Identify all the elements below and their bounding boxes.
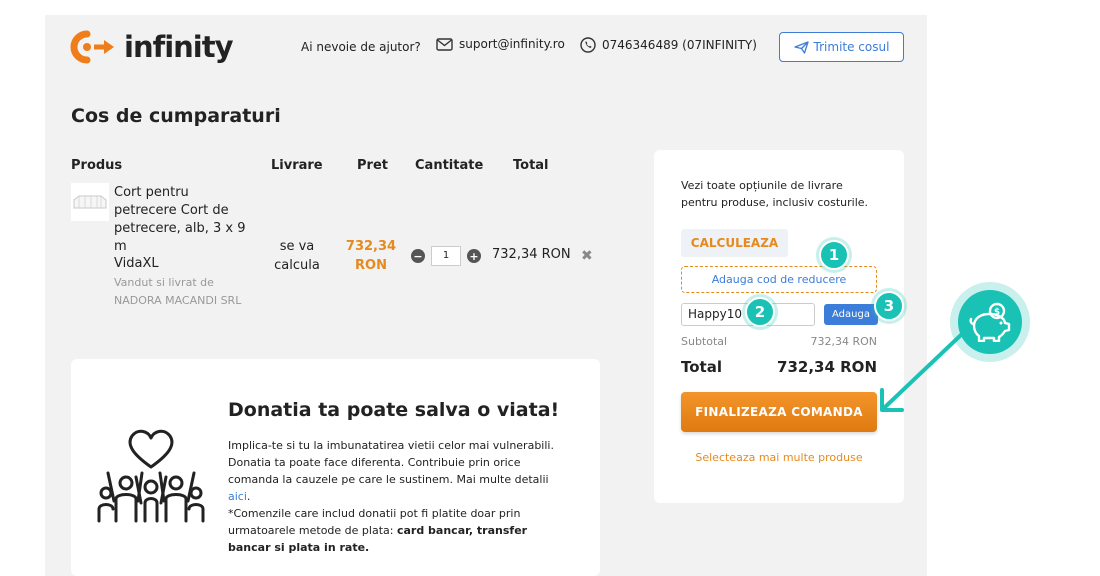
column-header-total: Total [513,158,549,173]
column-header-product: Produs [71,158,123,173]
step-badge-3: 3 [874,291,904,321]
column-header-delivery: Livrare [271,158,323,173]
step-badge-2: 2 [745,297,775,327]
envelope-icon [436,37,453,51]
donation-text-1: Implica-te si tu la imbunatatirea vietii… [228,439,554,486]
tent-icon [73,195,107,209]
donation-text: Implica-te si tu la imbunatatirea vietii… [228,437,573,556]
column-header-price: Pret [357,158,388,173]
decrease-quantity-button[interactable]: − [411,249,425,263]
help-text: Ai nevoie de ajutor? [301,40,421,54]
heart-hands-icon [97,429,205,523]
infinity-logo-icon [70,30,114,64]
subtotal-label: Subtotal [681,335,728,348]
support-phone[interactable]: 0746346489 (07INFINITY) [580,37,757,53]
finalize-order-button[interactable]: FINALIZEAZA COMANDA [681,392,877,432]
remove-item-icon[interactable]: ✖ [581,248,593,264]
apply-coupon-button[interactable]: Adauga [824,304,878,325]
donation-title: Donatia ta poate salva o viata! [228,399,560,421]
order-summary: Vezi toate opțiunile de livrare pentru p… [654,150,904,503]
quantity-input[interactable]: 1 [431,246,461,266]
total-label: Total [681,358,722,376]
delivery-info: Vezi toate opțiunile de livrare pentru p… [681,179,869,209]
product-name[interactable]: Cort pentru petrecere Cort de petrecere,… [114,184,254,256]
annotation-arrow-icon [880,332,964,412]
donation-details-link[interactable]: aici [228,490,247,503]
line-total: 732,34 RON [492,247,571,262]
email-text: suport@infinity.ro [459,37,565,51]
select-more-products-link[interactable]: Selecteaza mai multe produse [681,451,877,464]
subtotal-value: 732,34 RON [810,335,877,348]
donation-card: Donatia ta poate salva o viata! Implica-… [71,359,600,576]
logo[interactable]: infinity [70,29,233,65]
svg-text:$: $ [994,308,1000,318]
step-badge-1: 1 [819,240,849,270]
quantity-stepper: − 1 + [411,246,481,266]
add-coupon-link[interactable]: Adauga cod de reducere [681,266,877,293]
calculate-button[interactable]: CALCULEAZA [681,229,788,257]
cart-page: infinity Ai nevoie de ajutor? suport@inf… [45,15,927,576]
phone-icon [580,37,596,53]
increase-quantity-button[interactable]: + [467,249,481,263]
product-seller: Vandut si livrat de NADORA MACANDI SRL [114,276,242,307]
page-title: Cos de cumparaturi [71,105,281,127]
product-thumbnail[interactable] [71,183,109,221]
phone-text: 0746346489 (07INFINITY) [602,38,757,52]
logo-text: infinity [124,30,233,64]
product-brand: VidaXL [114,256,159,271]
delivery-cost: se va calcula [274,239,320,273]
column-header-quantity: Cantitate [415,158,484,173]
paper-plane-icon [793,40,809,54]
send-cart-label: Trimite cosul [813,40,890,54]
support-email[interactable]: suport@infinity.ro [436,37,565,51]
total-value: 732,34 RON [777,358,877,376]
send-cart-button[interactable]: Trimite cosul [779,32,904,62]
donation-text-2: . [246,490,251,503]
unit-price: 732,34 RON [345,239,397,273]
